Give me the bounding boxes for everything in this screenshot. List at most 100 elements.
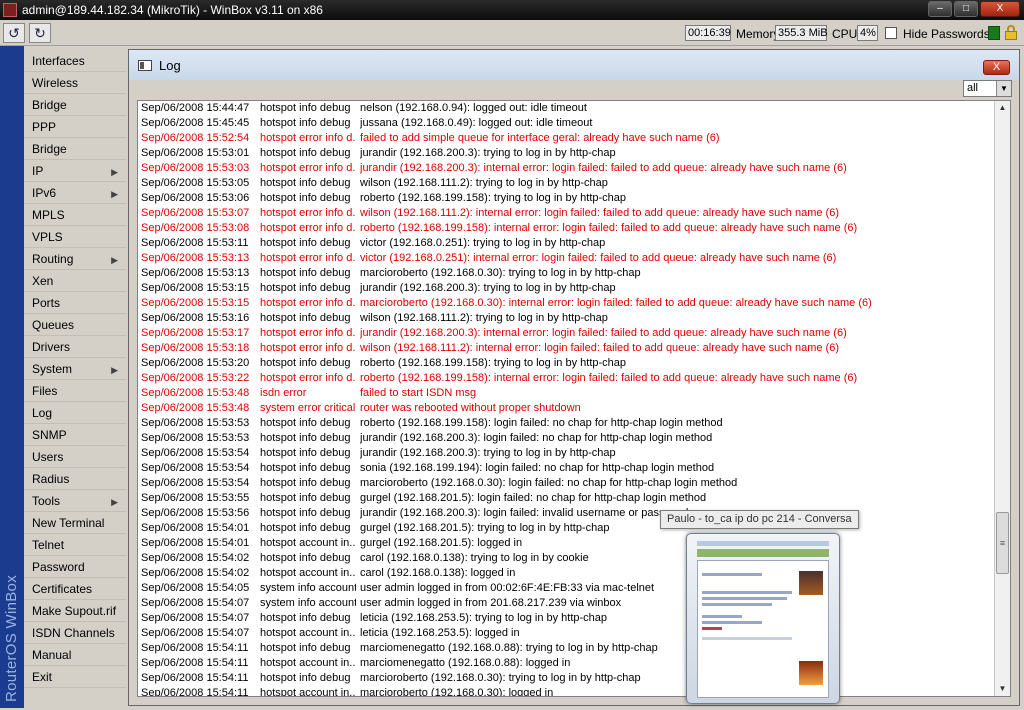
log-row[interactable]: Sep/06/2008 15:53:13 hotspot error info d… xyxy=(138,251,996,266)
log-message-cell: wilson (192.168.111.2): internal error: … xyxy=(360,342,839,354)
log-row[interactable]: Sep/06/2008 15:53:06 hotspot info debug ro… xyxy=(138,191,996,206)
log-row[interactable]: Sep/06/2008 15:54:07 system info account u… xyxy=(138,596,996,611)
log-row[interactable]: Sep/06/2008 15:54:01 hotspot account in..… xyxy=(138,536,996,551)
log-row[interactable]: Sep/06/2008 15:53:08 hotspot error info d… xyxy=(138,221,996,236)
log-row[interactable]: Sep/06/2008 15:54:02 hotspot account in..… xyxy=(138,566,996,581)
log-row[interactable]: Sep/06/2008 15:53:13 hotspot info debug ma… xyxy=(138,266,996,281)
sidebar-item-make-supout-rif[interactable]: Make Supout.rif xyxy=(24,600,126,622)
log-row[interactable]: Sep/06/2008 15:53:22 hotspot error info d… xyxy=(138,371,996,386)
sidebar-item-files[interactable]: Files xyxy=(24,380,126,402)
log-row[interactable]: Sep/06/2008 15:54:11 hotspot account in..… xyxy=(138,656,996,671)
memory-value: 355.3 MiB xyxy=(775,25,828,41)
log-row[interactable]: Sep/06/2008 15:53:05 hotspot info debug wi… xyxy=(138,176,996,191)
sidebar-item-interfaces[interactable]: Interfaces xyxy=(24,50,126,72)
window-close-button[interactable]: X xyxy=(980,1,1020,17)
sidebar-item-bridge[interactable]: Bridge xyxy=(24,94,126,116)
sidebar-item-users[interactable]: Users xyxy=(24,446,126,468)
log-close-button[interactable]: X xyxy=(983,60,1010,75)
log-row[interactable]: Sep/06/2008 15:53:07 hotspot error info d… xyxy=(138,206,996,221)
scroll-up-icon[interactable]: ▲ xyxy=(995,101,1010,115)
log-list: Sep/06/2008 15:44:47 hotspot info debug ne… xyxy=(137,100,1011,697)
log-row[interactable]: Sep/06/2008 15:45:45 hotspot info debug ju… xyxy=(138,116,996,131)
log-message-cell: roberto (192.168.199.158): trying to log… xyxy=(360,357,627,369)
sidebar-item-routing[interactable]: Routing ▶ xyxy=(24,248,126,270)
hide-passwords-checkbox[interactable] xyxy=(885,27,897,39)
log-row[interactable]: Sep/06/2008 15:53:17 hotspot error info d… xyxy=(138,326,996,341)
sidebar-item-ppp[interactable]: PPP xyxy=(24,116,126,138)
maximize-button[interactable]: □ xyxy=(954,1,978,17)
log-row[interactable]: Sep/06/2008 15:54:05 system info account u… xyxy=(138,581,996,596)
sidebar-item-label: ISDN Channels xyxy=(32,626,115,640)
log-row[interactable]: Sep/06/2008 15:54:07 hotspot info debug le… xyxy=(138,611,996,626)
log-row[interactable]: Sep/06/2008 15:53:48 system error critica… xyxy=(138,401,996,416)
log-row[interactable]: Sep/06/2008 15:53:53 hotspot info debug ro… xyxy=(138,416,996,431)
sidebar-item-bridge[interactable]: Bridge xyxy=(24,138,126,160)
log-topics-cell: hotspot info debug xyxy=(260,117,351,129)
log-window-titlebar[interactable]: Log X xyxy=(129,50,1019,80)
log-row[interactable]: Sep/06/2008 15:53:54 hotspot info debug so… xyxy=(138,461,996,476)
log-message-cell: wilson (192.168.111.2): trying to log in… xyxy=(360,177,608,189)
log-filter-select[interactable]: all ▼ xyxy=(963,80,1012,97)
sidebar-item-isdn-channels[interactable]: ISDN Channels xyxy=(24,622,126,644)
brand-label: RouterOS WinBox xyxy=(3,574,20,702)
sidebar-item-manual[interactable]: Manual xyxy=(24,644,126,666)
scroll-thumb[interactable]: ≡ xyxy=(996,512,1009,574)
sidebar-item-label: Log xyxy=(32,406,53,420)
log-row[interactable]: Sep/06/2008 15:53:15 hotspot error info d… xyxy=(138,296,996,311)
sidebar-item-mpls[interactable]: MPLS xyxy=(24,204,126,226)
log-row[interactable]: Sep/06/2008 15:54:11 hotspot info debug ma… xyxy=(138,641,996,656)
sidebar-item-tools[interactable]: Tools ▶ xyxy=(24,490,126,512)
sidebar-item-certificates[interactable]: Certificates xyxy=(24,578,126,600)
sidebar-item-xen[interactable]: Xen xyxy=(24,270,126,292)
log-row[interactable]: Sep/06/2008 15:54:11 hotspot info debug ma… xyxy=(138,671,996,686)
log-row[interactable]: Sep/06/2008 15:53:54 hotspot info debug ma… xyxy=(138,476,996,491)
sidebar-item-system[interactable]: System ▶ xyxy=(24,358,126,380)
sidebar-item-ipv6[interactable]: IPv6 ▶ xyxy=(24,182,126,204)
hide-passwords-label[interactable]: Hide Passwords xyxy=(903,27,990,41)
redo-icon: ↻ xyxy=(34,25,46,41)
log-vertical-scrollbar[interactable]: ▲ ≡ ▼ xyxy=(994,101,1010,696)
undo-button[interactable]: ↺ xyxy=(3,23,25,43)
sidebar-item-telnet[interactable]: Telnet xyxy=(24,534,126,556)
log-row[interactable]: Sep/06/2008 15:44:47 hotspot info debug ne… xyxy=(138,101,996,116)
taskbar-window-thumbnail[interactable] xyxy=(686,533,840,704)
log-row[interactable]: Sep/06/2008 15:53:16 hotspot info debug wi… xyxy=(138,311,996,326)
sidebar-item-vpls[interactable]: VPLS xyxy=(24,226,126,248)
log-time-cell: Sep/06/2008 15:44:47 xyxy=(141,102,250,114)
log-row[interactable]: Sep/06/2008 15:53:01 hotspot info debug ju… xyxy=(138,146,996,161)
log-row[interactable]: Sep/06/2008 15:54:11 hotspot account in..… xyxy=(138,686,996,696)
log-row[interactable]: Sep/06/2008 15:53:54 hotspot info debug ju… xyxy=(138,446,996,461)
minimize-button[interactable]: – xyxy=(928,1,952,17)
log-row[interactable]: Sep/06/2008 15:53:48 isdn error failed to … xyxy=(138,386,996,401)
log-row[interactable]: Sep/06/2008 15:53:15 hotspot info debug ju… xyxy=(138,281,996,296)
sidebar-item-ports[interactable]: Ports xyxy=(24,292,126,314)
submenu-arrow-icon: ▶ xyxy=(111,189,118,199)
winbox-app-icon xyxy=(3,3,17,17)
sidebar-item-queues[interactable]: Queues xyxy=(24,314,126,336)
sidebar-item-drivers[interactable]: Drivers xyxy=(24,336,126,358)
log-row[interactable]: Sep/06/2008 15:53:53 hotspot info debug ju… xyxy=(138,431,996,446)
log-row[interactable]: Sep/06/2008 15:54:02 hotspot info debug ca… xyxy=(138,551,996,566)
log-row[interactable]: Sep/06/2008 15:53:20 hotspot info debug ro… xyxy=(138,356,996,371)
sidebar-item-password[interactable]: Password xyxy=(24,556,126,578)
sidebar-item-log[interactable]: Log xyxy=(24,402,126,424)
log-row[interactable]: Sep/06/2008 15:53:56 hotspot info debug ju… xyxy=(138,506,996,521)
scroll-down-icon[interactable]: ▼ xyxy=(995,682,1010,696)
redo-button[interactable]: ↻ xyxy=(29,23,51,43)
log-row[interactable]: Sep/06/2008 15:52:54 hotspot error info d… xyxy=(138,131,996,146)
log-row[interactable]: Sep/06/2008 15:53:11 hotspot info debug vi… xyxy=(138,236,996,251)
log-row[interactable]: Sep/06/2008 15:54:01 hotspot info debug gu… xyxy=(138,521,996,536)
log-row[interactable]: Sep/06/2008 15:53:03 hotspot error info d… xyxy=(138,161,996,176)
log-row[interactable]: Sep/06/2008 15:53:18 hotspot error info d… xyxy=(138,341,996,356)
chevron-down-icon[interactable]: ▼ xyxy=(996,81,1011,96)
log-row[interactable]: Sep/06/2008 15:54:07 hotspot account in..… xyxy=(138,626,996,641)
sidebar-item-snmp[interactable]: SNMP xyxy=(24,424,126,446)
sidebar-item-wireless[interactable]: Wireless xyxy=(24,72,126,94)
sidebar-item-ip[interactable]: IP ▶ xyxy=(24,160,126,182)
sidebar-item-radius[interactable]: Radius xyxy=(24,468,126,490)
log-time-cell: Sep/06/2008 15:53:05 xyxy=(141,177,250,189)
sidebar-item-exit[interactable]: Exit xyxy=(24,666,126,688)
log-topics-cell: hotspot error info d... xyxy=(260,297,356,309)
log-row[interactable]: Sep/06/2008 15:53:55 hotspot info debug gu… xyxy=(138,491,996,506)
sidebar-item-new-terminal[interactable]: New Terminal xyxy=(24,512,126,534)
